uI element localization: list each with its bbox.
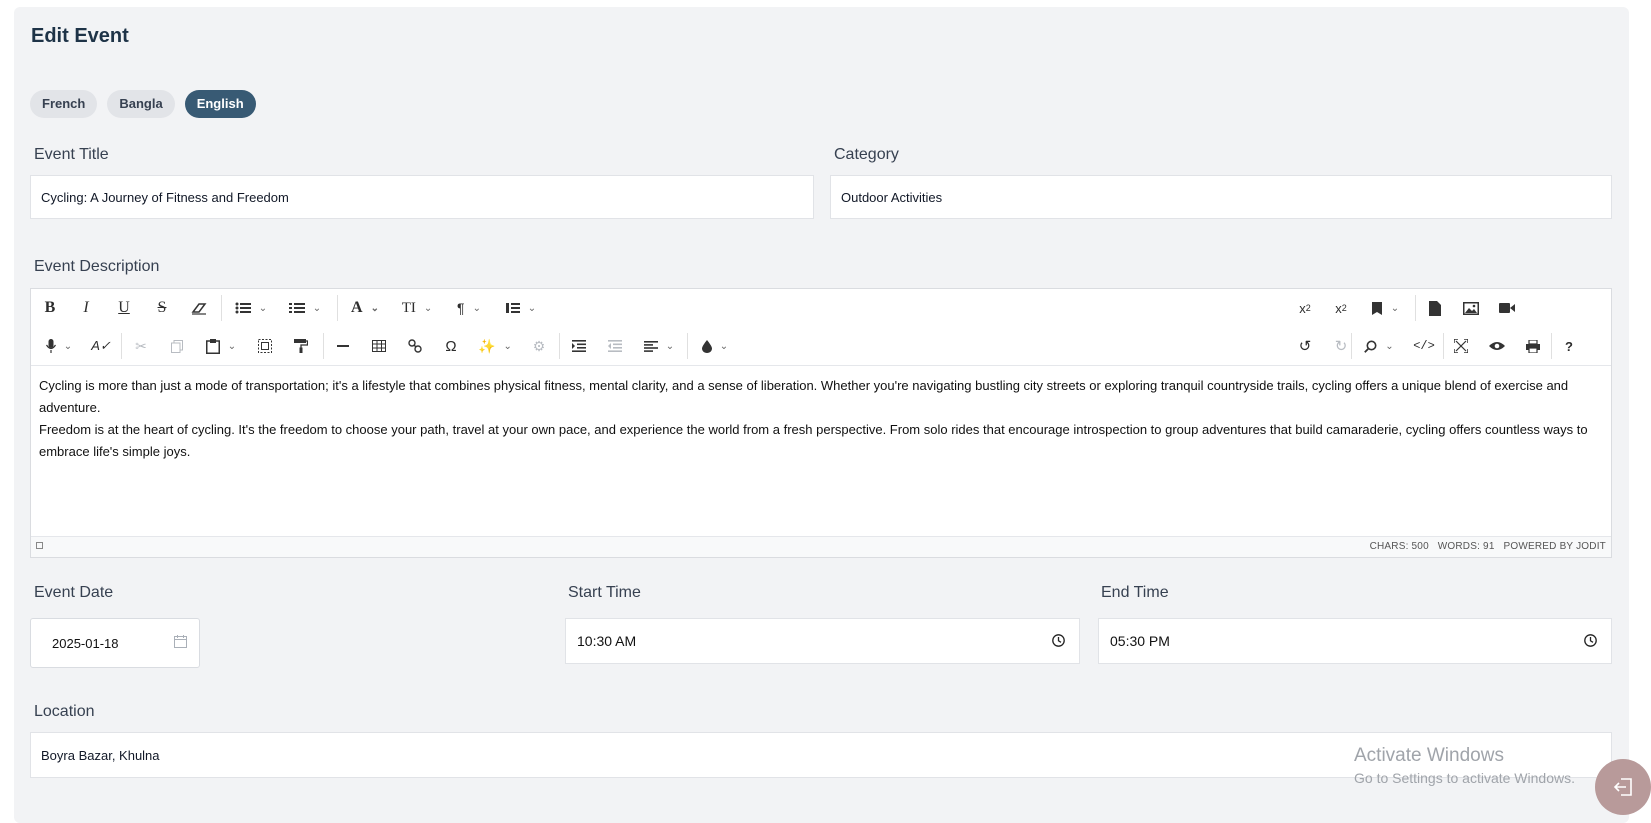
horizontal-rule-icon[interactable] [331,327,355,365]
outdent-icon[interactable] [603,327,627,365]
image-icon[interactable] [1459,289,1483,327]
event-date-value: 2025-01-18 [52,636,119,651]
spellcheck-icon[interactable]: A✓ [89,327,113,365]
end-time-value: 05:30 PM [1110,633,1170,649]
category-label: Category [834,146,899,163]
end-time-input[interactable]: 05:30 PM [1098,618,1612,664]
line-height-icon[interactable]: ⌄ [501,289,541,327]
event-date-input[interactable]: 2025-01-18 [30,618,200,668]
microphone-icon[interactable]: ⌄ [39,327,79,365]
editor-toolbar-row-1: B I U S ⌄ ⌄ A ⌄ TI ⌄ ¶ ⌄ ⌄ x2 x2 ⌄ [31,289,1611,328]
format-painter-icon[interactable] [289,327,313,365]
cut-icon[interactable]: ✂ [129,327,153,365]
video-icon[interactable] [1495,289,1519,327]
font-icon[interactable]: A ⌄ [345,289,385,327]
word-count: WORDS: 91 [1437,541,1495,552]
help-icon[interactable]: ? [1557,327,1581,365]
code-icon[interactable]: </> [1411,327,1437,365]
bold-icon[interactable]: B [39,289,61,327]
start-time-label: Start Time [568,584,641,601]
paste-icon[interactable]: ⌄ [201,327,241,365]
ai-assistant-icon[interactable]: ⚙ [527,327,551,365]
editor-paragraph: Cycling is more than just a mode of tran… [39,378,1569,415]
select-all-icon[interactable] [253,327,277,365]
source-file-icon[interactable]: ⌄ [1365,289,1405,327]
start-time-input[interactable]: 10:30 AM [565,618,1080,664]
powered-by-link[interactable]: POWERED BY JODIT [1504,541,1606,552]
bullet-list-icon[interactable]: ⌄ [231,289,271,327]
resize-handle-icon[interactable] [36,542,43,549]
paragraph-icon[interactable]: ¶ ⌄ [449,289,489,327]
calendar-icon[interactable] [174,635,187,651]
editor-statusbar: CHARS: 500 WORDS: 91 POWERED BY JODIT [31,536,1611,557]
table-icon[interactable] [367,327,391,365]
event-title-label: Event Title [34,146,109,163]
fullscreen-icon[interactable] [1449,327,1473,365]
tab-bangla[interactable]: Bangla [107,90,175,118]
search-icon[interactable]: ⌄ [1359,327,1399,365]
description-editor: B I U S ⌄ ⌄ A ⌄ TI ⌄ ¶ ⌄ ⌄ x2 x2 ⌄ ⌄ A✓ … [30,288,1612,558]
omega-icon[interactable]: Ω [439,327,463,365]
undo-icon[interactable]: ↺ [1293,327,1317,365]
editor-paragraph: Freedom is at the heart of cycling. It's… [39,422,1588,459]
start-time-value: 10:30 AM [577,633,637,649]
watermark-title: Activate Windows [1354,745,1504,766]
copy-icon[interactable] [165,327,189,365]
redo-icon[interactable]: ↻ [1329,327,1353,365]
eraser-icon[interactable] [188,289,210,327]
editor-toolbar-row-2: ⌄ A✓ ✂ ⌄ Ω ✨ ⌄ ⚙ ⌄ ⌄ ↺ ↻ ⌄ </> ? [31,327,1611,366]
logout-icon [1613,778,1632,796]
char-count: CHARS: 500 [1369,541,1429,552]
event-title-input[interactable]: Cycling: A Journey of Fitness and Freedo… [30,175,814,219]
location-label: Location [34,703,95,720]
subscript-icon[interactable]: x2 [1329,289,1353,327]
brush-icon[interactable]: ⌄ [695,327,735,365]
preview-icon[interactable] [1485,327,1509,365]
end-time-label: End Time [1101,584,1169,601]
language-tabs: French Bangla English [30,90,256,118]
clock-icon[interactable] [1584,634,1597,650]
print-icon[interactable] [1521,327,1545,365]
ai-icon[interactable]: ✨ ⌄ [475,327,515,365]
underline-icon[interactable]: U [113,289,135,327]
logout-button[interactable] [1595,759,1651,815]
tab-english[interactable]: English [184,90,256,118]
strikethrough-icon[interactable]: S [151,289,173,327]
align-icon[interactable]: ⌄ [639,327,679,365]
font-size-icon[interactable]: TI ⌄ [397,289,437,327]
italic-icon[interactable]: I [75,289,97,327]
event-description-label: Event Description [34,258,160,275]
editor-content[interactable]: Cycling is more than just a mode of tran… [39,375,1603,463]
tab-french[interactable]: French [30,90,98,118]
file-icon[interactable] [1423,289,1447,327]
activate-windows-watermark: Activate Windows Go to Settings to activ… [1354,745,1575,786]
clock-icon[interactable] [1052,634,1065,650]
editor-stats: CHARS: 500 WORDS: 91 POWERED BY JODIT [1370,541,1606,552]
page-title: Edit Event [31,25,129,47]
indent-icon[interactable] [567,327,591,365]
numbered-list-icon[interactable]: ⌄ [285,289,325,327]
category-input[interactable]: Outdoor Activities [830,175,1612,219]
superscript-icon[interactable]: x2 [1293,289,1317,327]
event-date-label: Event Date [34,584,114,601]
watermark-subtitle: Go to Settings to activate Windows. [1354,770,1575,786]
link-icon[interactable] [403,327,427,365]
